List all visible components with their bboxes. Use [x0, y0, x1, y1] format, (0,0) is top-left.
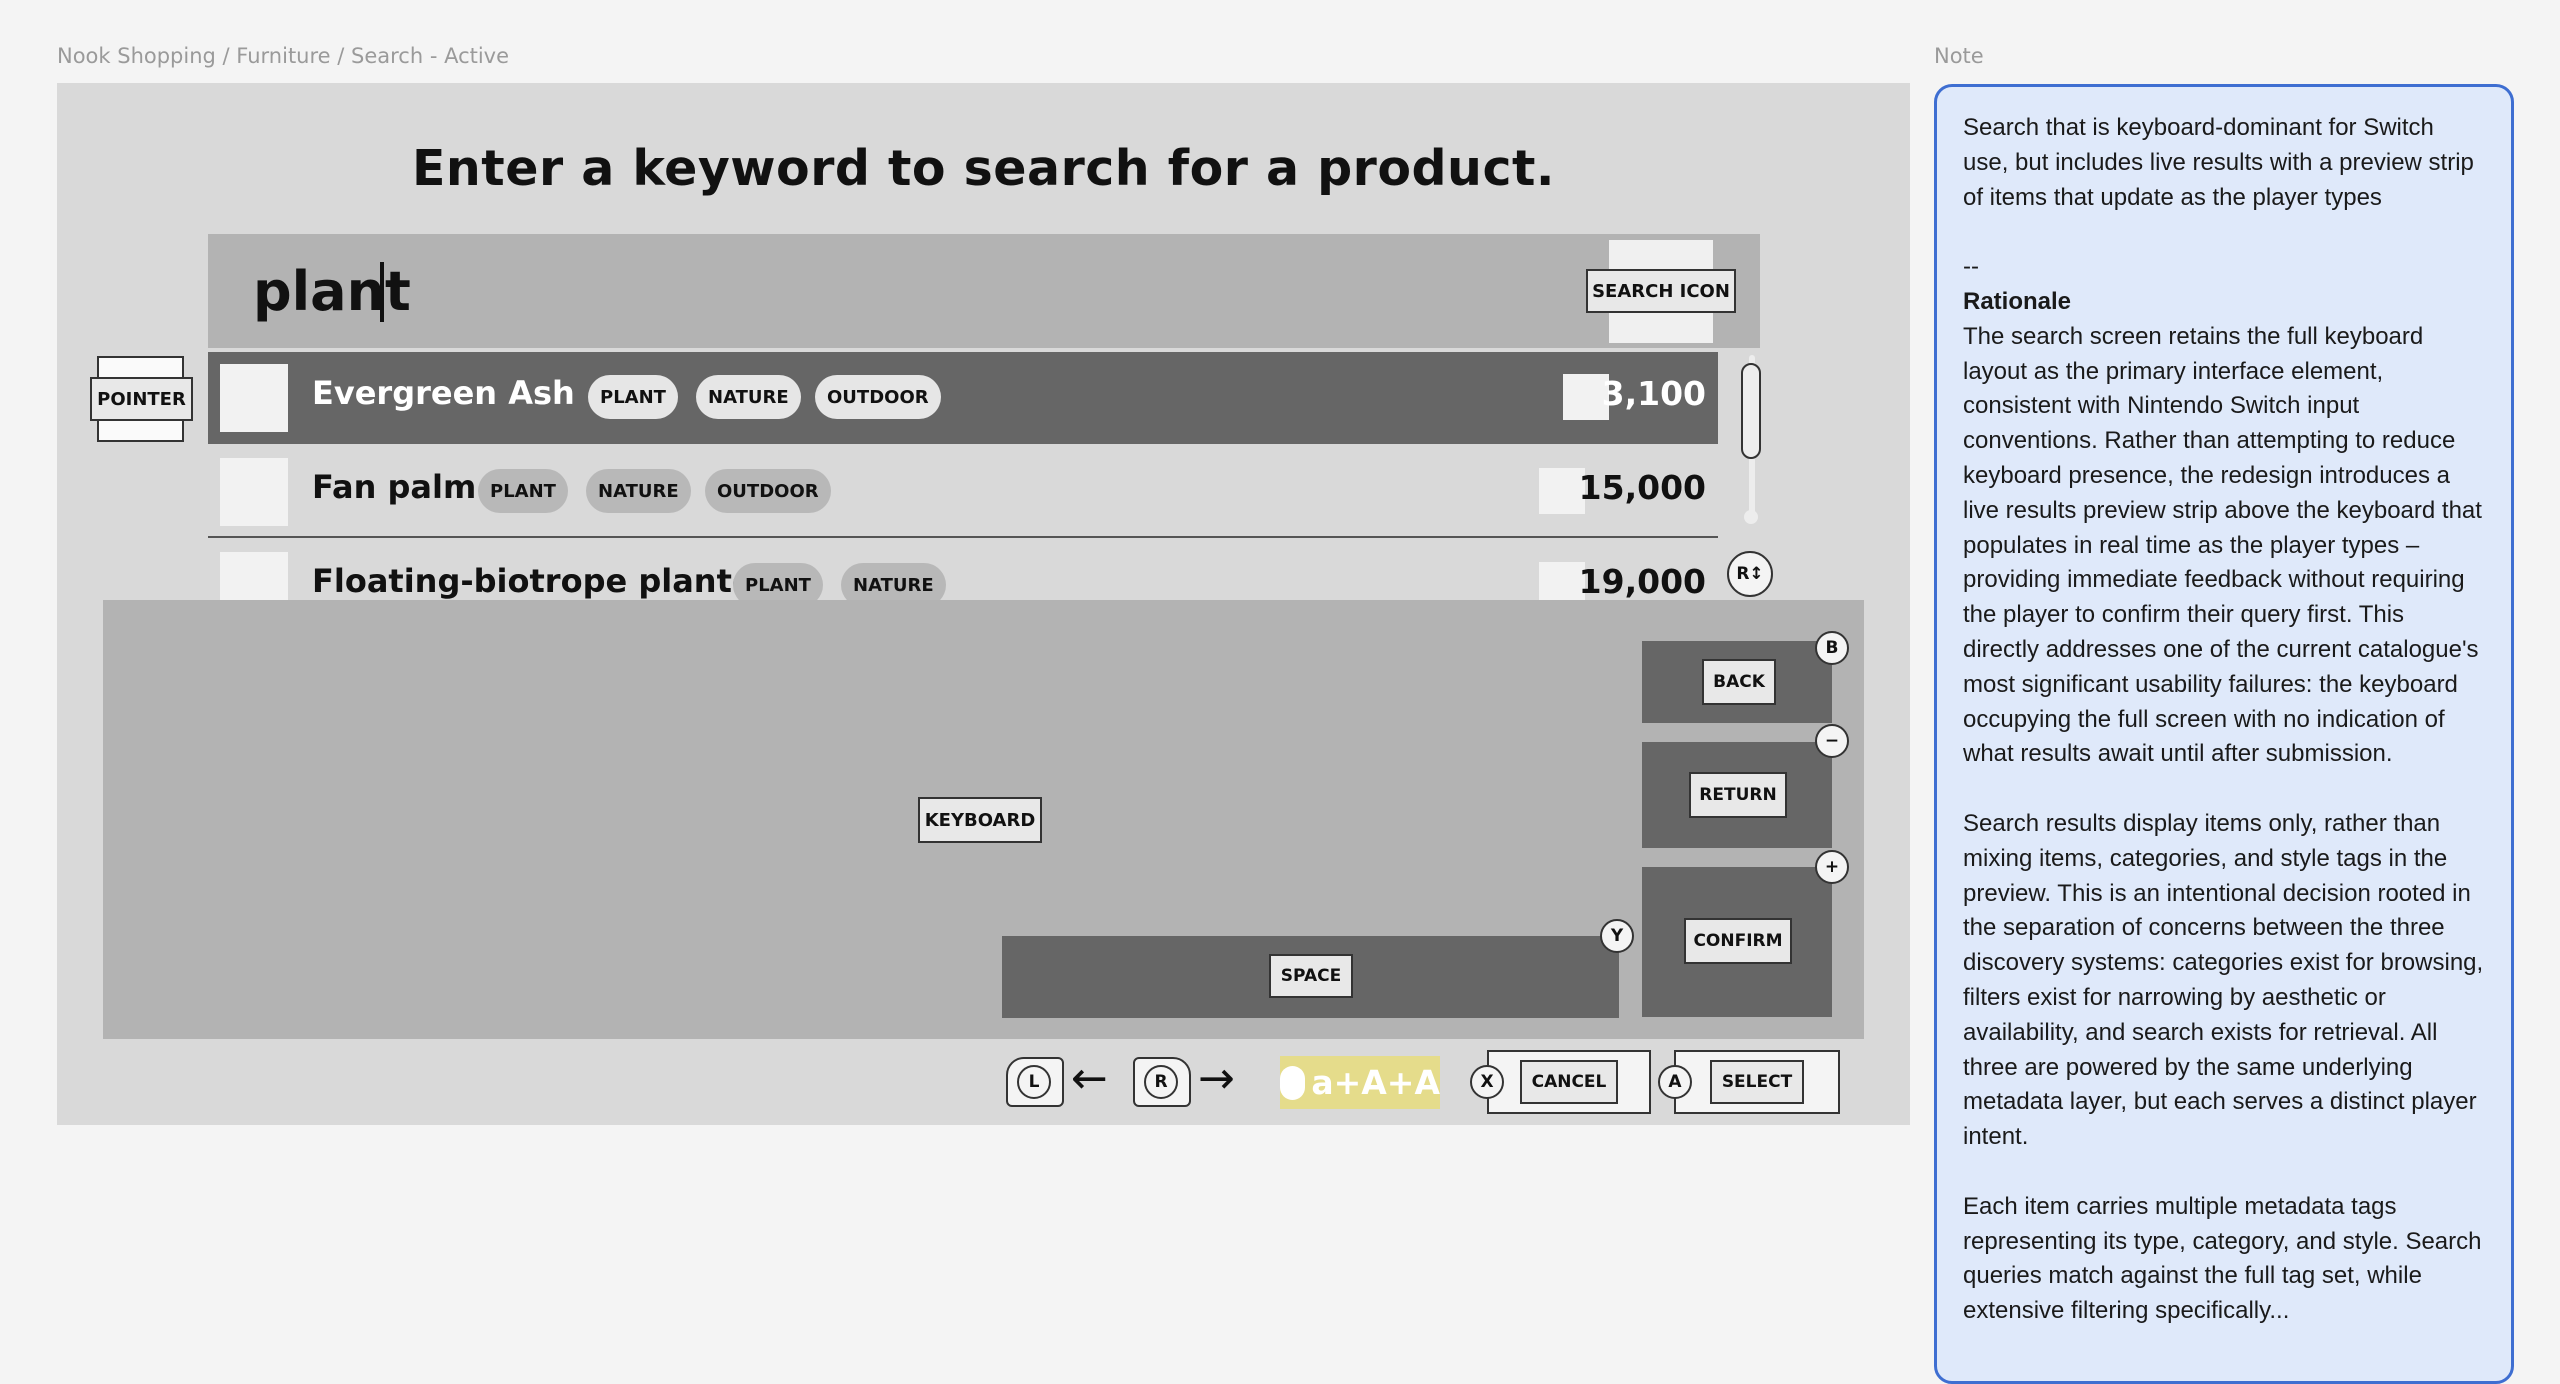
item-tag: OUTDOOR [705, 469, 831, 513]
confirm-key-label: CONFIRM [1684, 918, 1792, 964]
item-tag: PLANT [588, 375, 678, 419]
y-button-icon: Y [1600, 919, 1634, 953]
a-button-icon: A [1658, 1065, 1692, 1099]
note-label: Note [1934, 44, 1984, 68]
page-title: Enter a keyword to search for a product. [411, 140, 1556, 197]
result-row[interactable]: Evergreen Ash PLANT NATURE OUTDOOR 3,100 [208, 352, 1718, 444]
result-row[interactable]: Floating-biotrope planter PLANT NATURE 1… [208, 540, 1718, 600]
scrollbar-end [1744, 510, 1758, 524]
return-key-label: RETURN [1689, 772, 1787, 818]
arrow-left-icon: ← [1071, 1053, 1108, 1104]
pointer-label: POINTER [90, 377, 193, 421]
scrollbar-thumb[interactable] [1741, 363, 1761, 459]
item-thumbnail [220, 552, 288, 600]
toggle-icon [1280, 1065, 1306, 1100]
note-separator: -- [1963, 253, 1979, 281]
x-button-icon: X [1470, 1065, 1504, 1099]
item-tag: OUTDOOR [815, 375, 941, 419]
item-name: Floating-biotrope planter [312, 562, 770, 600]
note-title: Rationale [1963, 287, 2072, 315]
item-thumbnail [220, 364, 288, 432]
b-button-icon: B [1815, 631, 1849, 665]
space-key-label: SPACE [1269, 954, 1353, 998]
result-row[interactable]: Fan palm PLANT NATURE OUTDOOR 15,000 [208, 446, 1718, 538]
note-panel: Search that is keyboard-dominant for Swi… [1934, 84, 2514, 1384]
note-intro: Search that is keyboard-dominant for Swi… [1963, 114, 2481, 211]
item-tag: PLANT [478, 469, 568, 513]
plus-button-icon: + [1815, 850, 1849, 884]
l-button-icon: L [1017, 1065, 1051, 1099]
note-paragraph: Search results display items only, rathe… [1963, 809, 2490, 1151]
note-paragraph: Each item carries multiple metadata tags… [1963, 1192, 2489, 1325]
note-paragraph: The search screen retains the full keybo… [1963, 322, 2489, 768]
text-caret [380, 262, 384, 322]
r-button-icon: R [1144, 1065, 1178, 1099]
item-tag: NATURE [841, 563, 946, 600]
case-toggle-button[interactable]: a+A+A [1280, 1056, 1440, 1109]
item-tag: PLANT [733, 563, 823, 600]
item-name: Fan palm [312, 468, 477, 506]
back-key-label: BACK [1702, 659, 1776, 705]
cancel-label: CANCEL [1520, 1060, 1618, 1104]
item-tag: NATURE [696, 375, 801, 419]
keyboard-label: KEYBOARD [918, 797, 1042, 843]
item-name: Evergreen Ash [312, 374, 575, 412]
r-stick-icon: R↕ [1727, 551, 1773, 597]
select-label: SELECT [1710, 1060, 1804, 1104]
arrow-right-icon: → [1198, 1053, 1235, 1104]
item-thumbnail [220, 458, 288, 526]
item-price: 3,100 [1601, 374, 1706, 413]
case-toggle-label: a+A+A [1311, 1063, 1440, 1102]
search-icon-label: SEARCH ICON [1586, 269, 1736, 313]
item-tag: NATURE [586, 469, 691, 513]
search-query-text: plant [253, 260, 411, 323]
item-price: 15,000 [1578, 468, 1706, 507]
search-input[interactable] [208, 234, 1760, 348]
results-preview-strip: Evergreen Ash PLANT NATURE OUTDOOR 3,100… [208, 352, 1718, 600]
breadcrumb: Nook Shopping / Furniture / Search - Act… [57, 44, 510, 68]
minus-button-icon: − [1815, 724, 1849, 758]
item-price: 19,000 [1578, 562, 1706, 600]
